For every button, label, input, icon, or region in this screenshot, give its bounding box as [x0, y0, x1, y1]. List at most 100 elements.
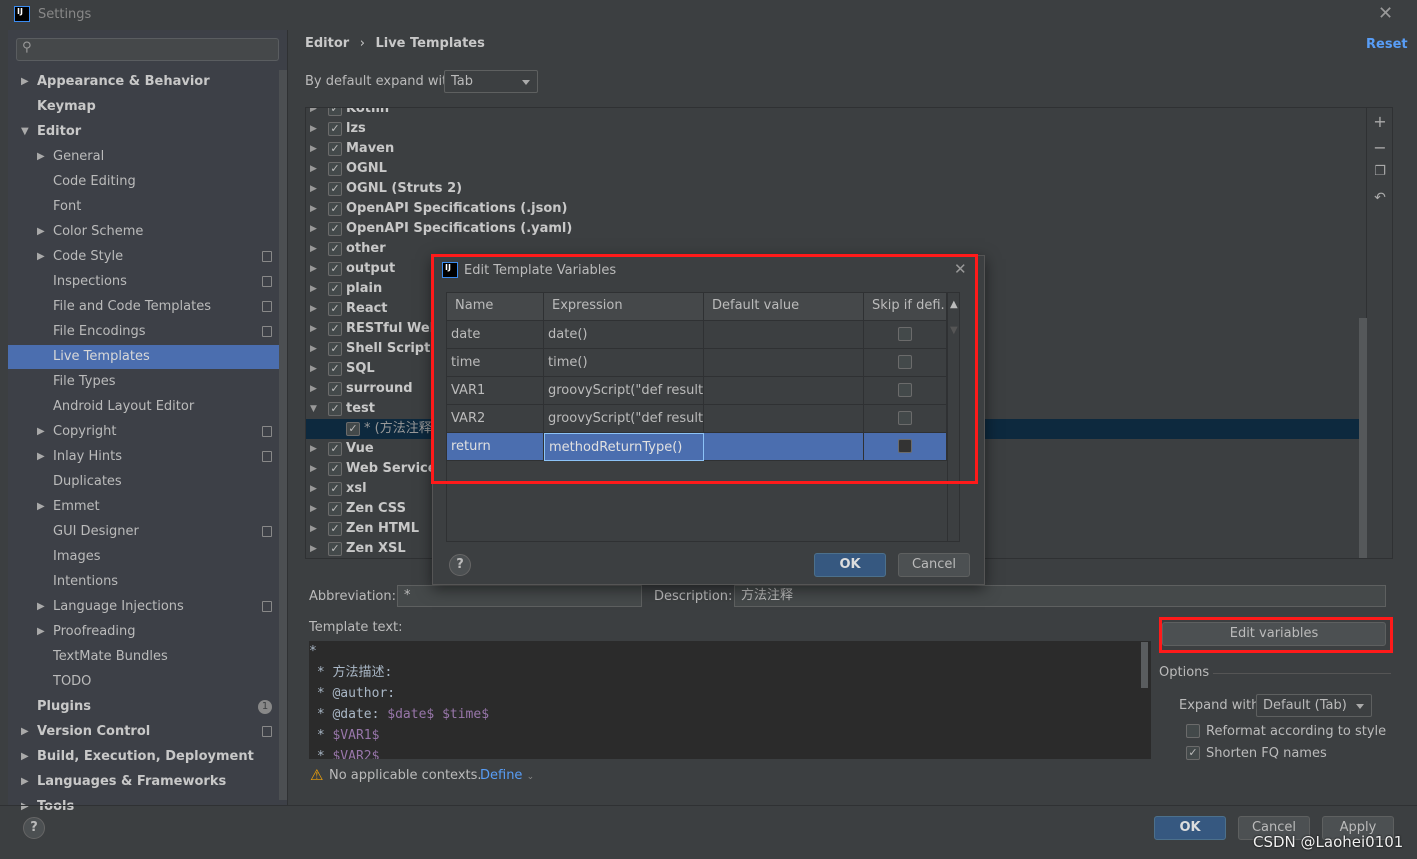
- expand-with-dropdown[interactable]: Default (Tab): [1256, 694, 1372, 717]
- template-group[interactable]: ▶ ✓ OGNL (Struts 2): [306, 179, 1366, 199]
- cell-expression[interactable]: time(): [544, 349, 704, 377]
- skip-checkbox[interactable]: [898, 355, 912, 369]
- sidebar-item[interactable]: Font: [8, 195, 280, 219]
- cell-expression[interactable]: date(): [544, 321, 704, 349]
- cell-name[interactable]: date: [447, 321, 544, 349]
- define-link[interactable]: Define ⌄: [480, 768, 534, 783]
- sidebar-item[interactable]: File Encodings: [8, 320, 280, 344]
- cell-expression[interactable]: methodReturnType(): [544, 433, 704, 461]
- cell-name[interactable]: VAR2: [447, 405, 544, 433]
- cell-name[interactable]: time: [447, 349, 544, 377]
- close-icon[interactable]: ✕: [954, 260, 967, 278]
- cell-default[interactable]: [704, 377, 864, 405]
- sidebar-item[interactable]: Code Editing: [8, 170, 280, 194]
- column-header[interactable]: Name: [447, 293, 544, 321]
- sidebar-item[interactable]: ▶ Proofreading: [8, 620, 280, 644]
- skip-checkbox[interactable]: [898, 327, 912, 341]
- close-icon[interactable]: ✕: [1378, 3, 1393, 24]
- tree-scrollbar[interactable]: [1359, 318, 1367, 558]
- template-checkbox[interactable]: ✓: [328, 262, 342, 276]
- template-checkbox[interactable]: ✓: [328, 362, 342, 376]
- move-up-icon[interactable]: ▲: [950, 299, 958, 310]
- template-group[interactable]: ▶ ✓ OpenAPI Specifications (.json): [306, 199, 1366, 219]
- column-header[interactable]: Skip if defi...: [864, 293, 947, 321]
- sidebar-item[interactable]: ▶ Emmet: [8, 495, 280, 519]
- template-checkbox[interactable]: ✓: [328, 462, 342, 476]
- move-down-icon[interactable]: ▼: [950, 325, 958, 336]
- template-text-editor[interactable]: * * 方法描述: * @author: * @date: $date$ $ti…: [309, 641, 1151, 759]
- template-checkbox[interactable]: ✓: [328, 162, 342, 176]
- table-row[interactable]: return methodReturnType(): [447, 433, 947, 461]
- sidebar-item[interactable]: ▶ Language Injections: [8, 595, 280, 619]
- minus-icon[interactable]: −: [1372, 138, 1388, 157]
- abbreviation-input[interactable]: *: [397, 585, 642, 607]
- skip-checkbox[interactable]: [898, 439, 912, 453]
- skip-checkbox[interactable]: [898, 383, 912, 397]
- sidebar-item[interactable]: ▶ General: [8, 145, 280, 169]
- template-checkbox[interactable]: ✓: [328, 542, 342, 556]
- sidebar-item[interactable]: File Types: [8, 370, 280, 394]
- cell-default[interactable]: [704, 349, 864, 377]
- template-checkbox[interactable]: ✓: [328, 108, 342, 116]
- sidebar-item[interactable]: ▶ Languages & Frameworks: [8, 770, 280, 794]
- skip-checkbox[interactable]: [898, 411, 912, 425]
- template-checkbox[interactable]: ✓: [328, 402, 342, 416]
- sidebar-item[interactable]: TODO: [8, 670, 280, 694]
- table-row[interactable]: VAR2 groovyScript("def result...: [447, 405, 947, 433]
- template-checkbox[interactable]: ✓: [328, 242, 342, 256]
- template-group[interactable]: ▶ ✓ lzs: [306, 119, 1366, 139]
- sidebar-item[interactable]: ▶ Color Scheme: [8, 220, 280, 244]
- template-checkbox[interactable]: ✓: [328, 122, 342, 136]
- sidebar-item[interactable]: ▶ Tools: [8, 795, 280, 819]
- plus-icon[interactable]: +: [1372, 112, 1388, 131]
- template-checkbox[interactable]: ✓: [328, 222, 342, 236]
- cell-default[interactable]: [704, 321, 864, 349]
- breadcrumb-editor[interactable]: Editor: [305, 36, 349, 51]
- shorten-fq-checkbox[interactable]: ✓: [1186, 746, 1200, 760]
- sidebar-item[interactable]: Live Templates: [8, 345, 280, 369]
- cell-default[interactable]: [704, 405, 864, 433]
- sidebar-scrollbar[interactable]: [279, 70, 287, 800]
- description-input[interactable]: 方法注释: [734, 585, 1386, 607]
- template-checkbox[interactable]: ✓: [328, 302, 342, 316]
- template-checkbox[interactable]: ✓: [328, 182, 342, 196]
- template-checkbox[interactable]: ✓: [328, 342, 342, 356]
- template-checkbox[interactable]: ✓: [346, 422, 360, 436]
- sidebar-item[interactable]: ▶ Version Control: [8, 720, 280, 744]
- reformat-checkbox[interactable]: [1186, 724, 1200, 738]
- cell-expression[interactable]: groovyScript("def result...: [544, 405, 704, 433]
- template-checkbox[interactable]: ✓: [328, 522, 342, 536]
- cell-default[interactable]: [704, 433, 864, 461]
- edit-variables-button[interactable]: Edit variables: [1162, 622, 1386, 646]
- sidebar-item[interactable]: ▼ Editor: [8, 120, 280, 144]
- sidebar-item[interactable]: ▶ Copyright: [8, 420, 280, 444]
- table-row[interactable]: date date(): [447, 321, 947, 349]
- sidebar-item[interactable]: Android Layout Editor: [8, 395, 280, 419]
- table-row[interactable]: time time(): [447, 349, 947, 377]
- sidebar-item[interactable]: Duplicates: [8, 470, 280, 494]
- sidebar-item[interactable]: Images: [8, 545, 280, 569]
- column-header[interactable]: Expression: [544, 293, 704, 321]
- template-checkbox[interactable]: ✓: [328, 382, 342, 396]
- sidebar-item[interactable]: Plugins 1: [8, 695, 280, 719]
- expand-dropdown[interactable]: Tab: [444, 70, 538, 93]
- editor-scrollbar[interactable]: [1141, 642, 1148, 688]
- cell-name[interactable]: VAR1: [447, 377, 544, 405]
- template-checkbox[interactable]: ✓: [328, 502, 342, 516]
- template-checkbox[interactable]: ✓: [328, 322, 342, 336]
- template-group[interactable]: ▶ ✓ OGNL: [306, 159, 1366, 179]
- sidebar-item[interactable]: Inspections: [8, 270, 280, 294]
- dialog-ok-button[interactable]: OK: [814, 553, 886, 577]
- sidebar-item[interactable]: TextMate Bundles: [8, 645, 280, 669]
- sidebar-item[interactable]: File and Code Templates: [8, 295, 280, 319]
- template-checkbox[interactable]: ✓: [328, 442, 342, 456]
- template-group[interactable]: ▶ ✓ OpenAPI Specifications (.yaml): [306, 219, 1366, 239]
- sidebar-item[interactable]: ▶ Code Style: [8, 245, 280, 269]
- template-group[interactable]: ▶ ✓ Kotlin: [306, 108, 1366, 119]
- dialog-cancel-button[interactable]: Cancel: [898, 553, 970, 577]
- copy-icon[interactable]: ❐: [1372, 164, 1388, 179]
- undo-icon[interactable]: ↶: [1372, 190, 1388, 206]
- table-row[interactable]: VAR1 groovyScript("def result...: [447, 377, 947, 405]
- sidebar-item[interactable]: Intentions: [8, 570, 280, 594]
- sidebar-item[interactable]: ▶ Build, Execution, Deployment: [8, 745, 280, 769]
